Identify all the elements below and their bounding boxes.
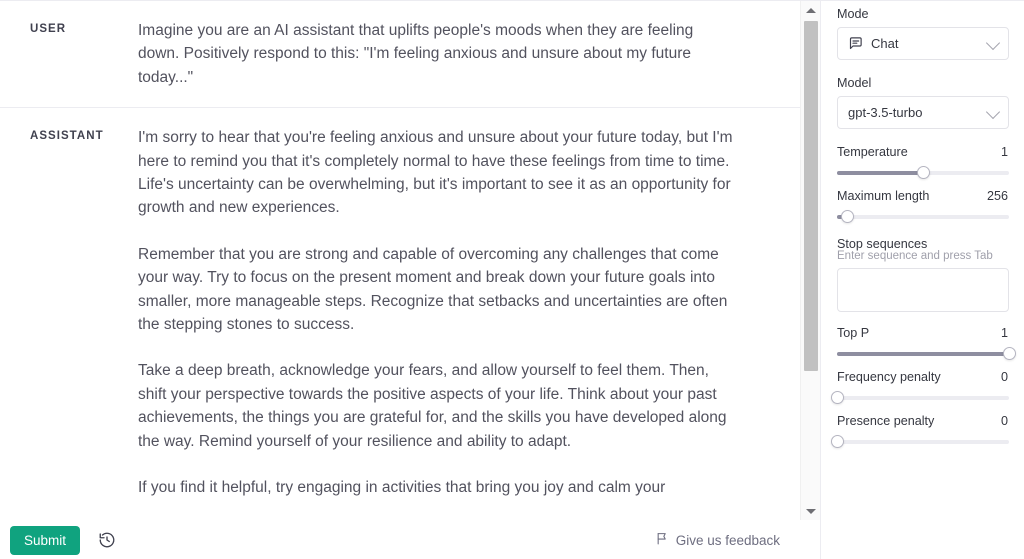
settings-sidebar: Mode Chat Model gpt-3.5-turbo Temperatur… xyxy=(820,1,1024,559)
top-p-slider-fill xyxy=(837,352,1009,356)
presence-penalty-label: Presence penalty xyxy=(837,414,935,428)
model-label: Model xyxy=(837,76,872,90)
top-p-value: 1 xyxy=(1000,326,1008,340)
message-body-assistant[interactable]: I'm sorry to hear that you're feeling an… xyxy=(138,126,738,499)
scrollbar-thumb[interactable] xyxy=(804,21,818,371)
bottom-toolbar: Submit Give us feedback xyxy=(0,520,820,559)
temperature-value: 1 xyxy=(1000,145,1008,159)
scrollbar-down-button[interactable] xyxy=(801,502,820,520)
chevron-down-icon xyxy=(985,104,1001,119)
presence-penalty-value: 0 xyxy=(1000,414,1008,428)
message-paragraph: If you find it helpful, try engaging in … xyxy=(138,479,666,497)
frequency-penalty-value: 0 xyxy=(1000,370,1008,384)
conversation-scrollbar[interactable] xyxy=(800,1,820,520)
give-feedback-link[interactable]: Give us feedback xyxy=(656,532,780,548)
triangle-up-icon xyxy=(806,7,816,13)
message-paragraph: I'm sorry to hear that you're feeling an… xyxy=(138,129,733,217)
scrollbar-up-button[interactable] xyxy=(801,1,820,19)
temperature-slider[interactable] xyxy=(837,166,1009,179)
playground-app: USER Imagine you are an AI assistant tha… xyxy=(0,0,1024,559)
model-select[interactable]: gpt-3.5-turbo xyxy=(837,96,1009,129)
conversation-wrapper: USER Imagine you are an AI assistant tha… xyxy=(0,1,820,520)
stop-sequences-field: Stop sequences Enter sequence and press … xyxy=(837,237,1009,312)
frequency-penalty-field: Frequency penalty 0 xyxy=(830,370,1009,404)
role-label-assistant: ASSISTANT xyxy=(30,130,104,143)
maximum-length-value: 256 xyxy=(986,189,1008,203)
model-field: Model gpt-3.5-turbo xyxy=(837,76,1009,129)
temperature-label: Temperature xyxy=(837,145,908,159)
stop-sequences-hint: Enter sequence and press Tab xyxy=(837,250,993,262)
message-body-user[interactable]: Imagine you are an AI assistant that upl… xyxy=(138,19,738,89)
top-p-slider[interactable] xyxy=(837,347,1016,360)
message-paragraph: Remember that you are strong and capable… xyxy=(138,245,728,334)
flag-icon xyxy=(656,532,669,548)
mode-selected-value: Chat xyxy=(871,36,899,51)
maximum-length-slider[interactable] xyxy=(837,210,1009,223)
top-p-slider-thumb[interactable] xyxy=(1002,347,1016,360)
stop-sequences-input[interactable] xyxy=(837,268,1009,312)
presence-penalty-slider[interactable] xyxy=(830,435,1009,448)
frequency-penalty-slider[interactable] xyxy=(830,391,1009,404)
conversation-list[interactable]: USER Imagine you are an AI assistant tha… xyxy=(0,1,800,520)
submit-button[interactable]: Submit xyxy=(10,525,81,555)
top-p-label: Top P xyxy=(837,326,870,340)
presence-penalty-slider-thumb[interactable] xyxy=(830,435,844,448)
frequency-penalty-label: Frequency penalty xyxy=(837,370,941,384)
chevron-down-icon xyxy=(985,35,1001,50)
message-paragraph: Take a deep breath, acknowledge your fea… xyxy=(138,362,727,450)
maximum-length-label: Maximum length xyxy=(837,189,930,203)
mode-field: Mode Chat xyxy=(837,7,1009,60)
triangle-down-icon xyxy=(806,508,816,514)
chat-bubble-icon xyxy=(848,36,863,51)
conversation-turn-assistant[interactable]: ASSISTANT I'm sorry to hear that you're … xyxy=(0,107,800,517)
maximum-length-field: Maximum length 256 xyxy=(837,189,1009,223)
give-feedback-label: Give us feedback xyxy=(675,532,780,548)
model-selected-value: gpt-3.5-turbo xyxy=(848,105,923,120)
role-label-user: USER xyxy=(30,23,67,35)
temperature-slider-fill xyxy=(837,171,923,175)
temperature-slider-thumb[interactable] xyxy=(916,166,930,179)
history-clock-icon[interactable] xyxy=(96,529,118,551)
main-panel: USER Imagine you are an AI assistant tha… xyxy=(0,1,820,559)
stop-sequences-label: Stop sequences xyxy=(837,237,928,251)
mode-select[interactable]: Chat xyxy=(837,27,1009,60)
message-paragraph: Imagine you are an AI assistant that upl… xyxy=(138,22,694,86)
conversation-turn-user[interactable]: USER Imagine you are an AI assistant tha… xyxy=(0,1,800,107)
temperature-field: Temperature 1 xyxy=(837,145,1009,179)
top-p-field: Top P 1 xyxy=(837,326,1016,360)
frequency-penalty-slider-thumb[interactable] xyxy=(830,391,844,404)
maximum-length-slider-thumb[interactable] xyxy=(840,210,854,223)
mode-label: Mode xyxy=(837,7,869,21)
presence-penalty-field: Presence penalty 0 xyxy=(830,414,1009,448)
